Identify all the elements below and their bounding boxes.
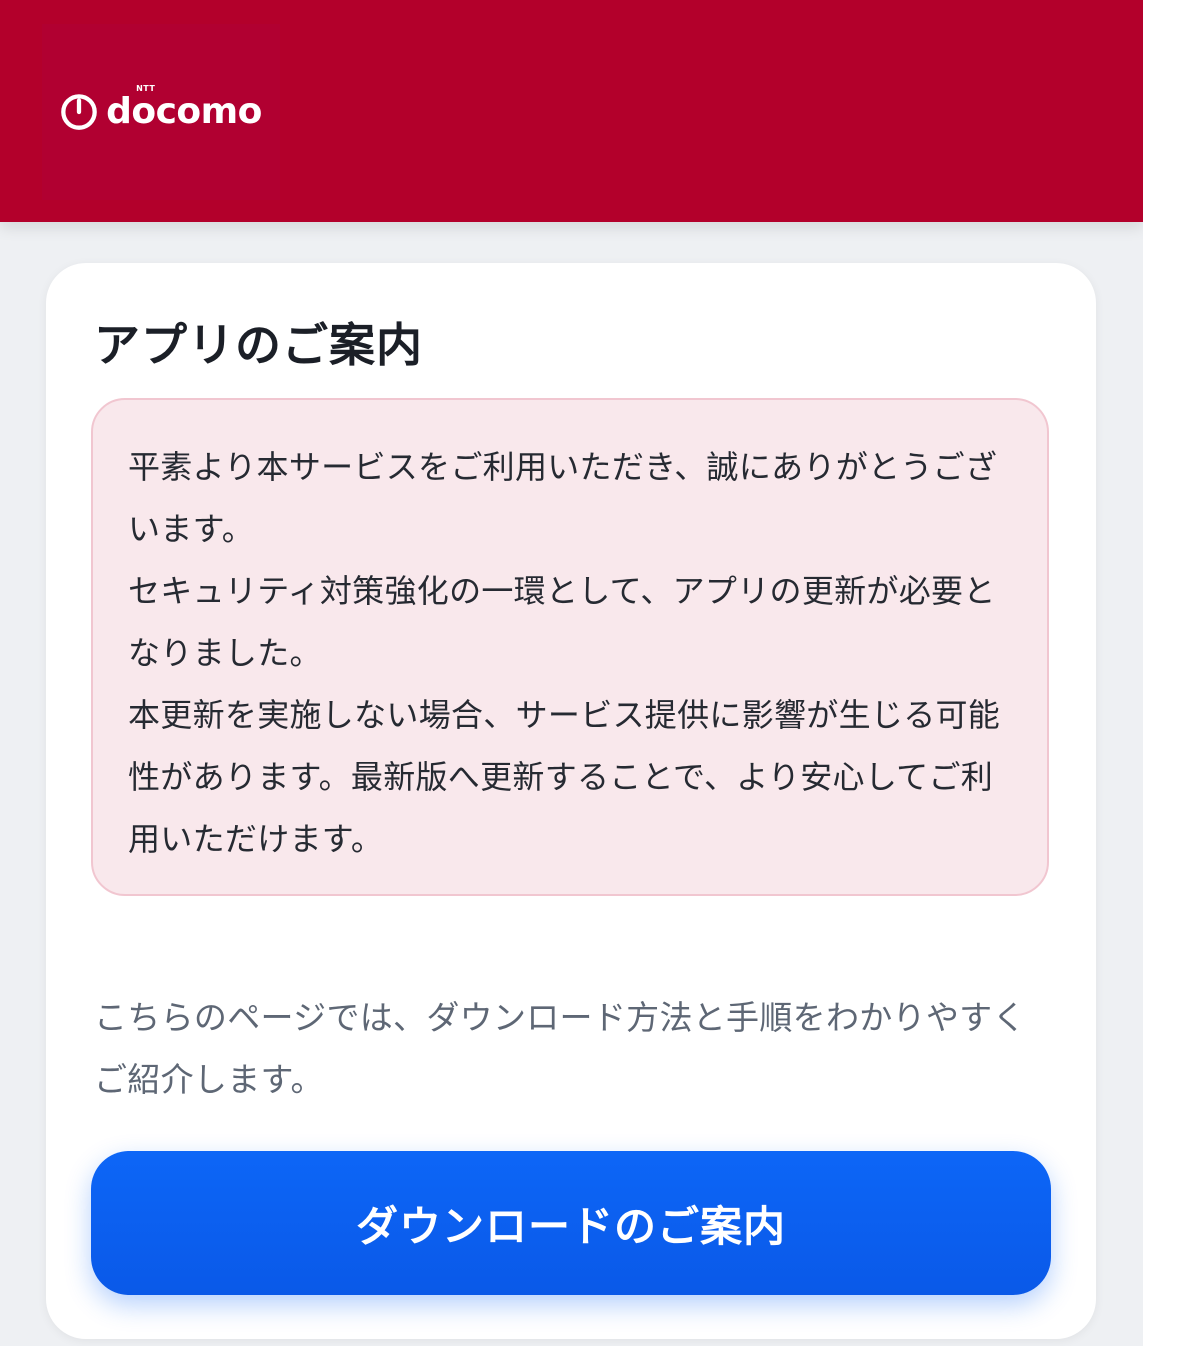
notice-box: 平素より本サービスをご利用いただき、誠にありがとうございます。 セキュリティ対策…: [91, 398, 1049, 896]
notice-paragraph-3: 本更新を実施しない場合、サービス提供に影響が生じる可能性があります。最新版へ更新…: [128, 696, 1001, 858]
site-header: NTT docomo: [0, 0, 1143, 222]
logo-link[interactable]: NTT docomo: [42, 24, 280, 200]
page-title: アプリのご案内: [94, 318, 423, 372]
download-guide-button[interactable]: ダウンロードのご案内: [91, 1151, 1051, 1295]
page-viewport: NTT docomo アプリのご案内 平素より本サービスをご利用いただき、誠にあ…: [0, 0, 1143, 1346]
logo-wordmark: NTT docomo: [106, 85, 262, 132]
intro-text: こちらのページでは、ダウンロード方法と手順をわかりやすくご紹介します。: [94, 998, 1026, 1099]
logo-superscript: NTT: [136, 84, 156, 93]
notice-paragraph-1: 平素より本サービスをご利用いただき、誠にありがとうございます。: [128, 448, 998, 548]
app-guide-card: アプリのご案内 平素より本サービスをご利用いただき、誠にありがとうございます。 …: [46, 263, 1096, 1339]
docomo-power-icon: [61, 94, 97, 130]
docomo-logo: NTT docomo: [60, 85, 262, 132]
notice-paragraph-2: セキュリティ対策強化の一環として、アプリの更新が必要となりました。: [128, 572, 996, 672]
logo-text: docomo: [106, 91, 262, 132]
